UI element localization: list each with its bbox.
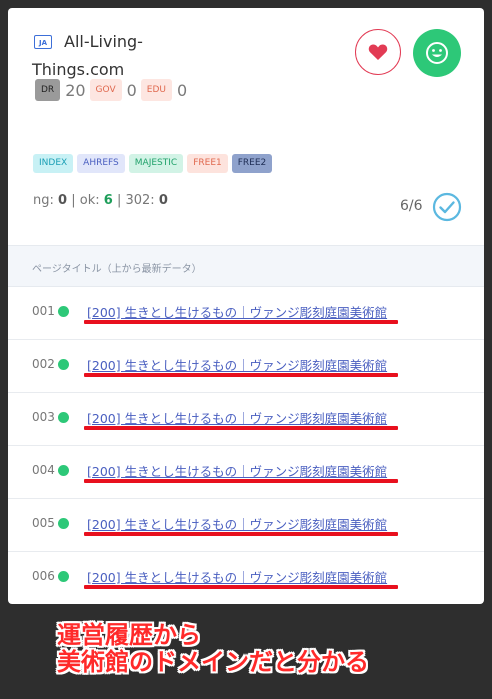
title-link[interactable]: [200] 生きとし生けるもの｜ヴァンジ彫刻庭園美術館 bbox=[87, 514, 387, 533]
status-dot bbox=[58, 359, 69, 370]
row-number: 001 bbox=[32, 304, 55, 318]
metric-row: DR 20 GOV 0 EDU 0 bbox=[35, 79, 191, 101]
gov-value: 0 bbox=[126, 80, 137, 100]
smile-icon bbox=[426, 42, 448, 64]
title-link[interactable]: [200] 生きとし生けるもの｜ヴァンジ彫刻庭園美術館 bbox=[87, 461, 387, 480]
annotation-line-2: 美術館のドメインだと分かる bbox=[57, 648, 369, 676]
red-underline-mark bbox=[84, 373, 398, 377]
status-dot bbox=[58, 518, 69, 529]
heart-icon bbox=[368, 44, 388, 60]
dr-label: DR bbox=[35, 79, 61, 101]
ratio-text: 6/6 bbox=[400, 198, 423, 214]
row-number: 002 bbox=[32, 357, 55, 371]
list-header-label: ページタイトル（上から最新データ） bbox=[32, 264, 202, 275]
tag-index[interactable]: INDEX bbox=[33, 154, 74, 173]
title-link[interactable]: [200] 生きとし生けるもの｜ヴァンジ彫刻庭園美術館 bbox=[87, 355, 387, 374]
r302-label: 302: bbox=[125, 193, 155, 208]
red-underline-mark bbox=[84, 426, 398, 430]
red-underline-mark bbox=[84, 320, 398, 324]
list-item: 002 [200] 生きとし生けるもの｜ヴァンジ彫刻庭園美術館 bbox=[8, 340, 484, 393]
red-underline-mark bbox=[84, 585, 398, 589]
status-dot bbox=[58, 412, 69, 423]
separator: | bbox=[116, 193, 122, 208]
list-header: ページタイトル（上から最新データ） bbox=[8, 245, 484, 287]
row-number: 006 bbox=[32, 569, 55, 583]
list-item: 004 [200] 生きとし生けるもの｜ヴァンジ彫刻庭園美術館 bbox=[8, 446, 484, 499]
r302-value: 0 bbox=[158, 193, 168, 208]
status-counts: ng: 0 | ok: 6 | 302: 0 bbox=[33, 193, 168, 208]
gov-label: GOV bbox=[89, 79, 122, 101]
title-link[interactable]: [200] 生きとし生けるもの｜ヴァンジ彫刻庭園美術館 bbox=[87, 408, 387, 427]
list-item: 001 [200] 生きとし生けるもの｜ヴァンジ彫刻庭園美術館 bbox=[8, 287, 484, 340]
list-item: 006 [200] 生きとし生けるもの｜ヴァンジ彫刻庭園美術館 bbox=[8, 552, 484, 604]
annotation-caption: 運営履歴から 美術館のドメインだと分かる bbox=[57, 622, 369, 676]
dr-value: 20 bbox=[65, 80, 86, 100]
title-link[interactable]: [200] 生きとし生けるもの｜ヴァンジ彫刻庭園美術館 bbox=[87, 302, 387, 321]
list-item: 003 [200] 生きとし生けるもの｜ヴァンジ彫刻庭園美術館 bbox=[8, 393, 484, 446]
title-link[interactable]: [200] 生きとし生けるもの｜ヴァンジ彫刻庭園美術館 bbox=[87, 567, 387, 586]
domain-card: JA All-Living-Things.com DR 20 GOV 0 EDU… bbox=[8, 8, 484, 604]
ng-value: 0 bbox=[58, 193, 68, 208]
edu-label: EDU bbox=[140, 79, 173, 101]
tag-majestic[interactable]: MAJESTIC bbox=[128, 154, 184, 173]
status-dot bbox=[58, 571, 69, 582]
red-underline-mark bbox=[84, 532, 398, 536]
list-item: 005 [200] 生きとし生けるもの｜ヴァンジ彫刻庭園美術館 bbox=[8, 499, 484, 552]
tag-list: INDEX AHREFS MAJESTIC FREE1 FREE2 bbox=[33, 154, 273, 173]
separator: | bbox=[71, 193, 76, 208]
smile-button[interactable] bbox=[413, 29, 461, 77]
row-number: 005 bbox=[32, 516, 55, 530]
tag-ahrefs[interactable]: AHREFS bbox=[77, 154, 125, 173]
ng-label: ng: bbox=[33, 193, 54, 208]
ok-label: ok: bbox=[79, 193, 100, 208]
row-number: 003 bbox=[32, 410, 55, 424]
site-name[interactable]: All-Living-Things.com bbox=[32, 28, 212, 84]
favorite-button[interactable] bbox=[355, 29, 401, 75]
red-underline-mark bbox=[84, 479, 398, 483]
ok-value: 6 bbox=[103, 193, 113, 208]
tag-free2[interactable]: FREE2 bbox=[231, 154, 273, 173]
check-circle-icon bbox=[432, 192, 462, 222]
edu-value: 0 bbox=[177, 80, 188, 100]
row-number: 004 bbox=[32, 463, 55, 477]
tag-free1[interactable]: FREE1 bbox=[187, 154, 228, 173]
status-dot bbox=[58, 306, 69, 317]
annotation-line-1: 運営履歴から bbox=[57, 621, 201, 649]
status-dot bbox=[58, 465, 69, 476]
